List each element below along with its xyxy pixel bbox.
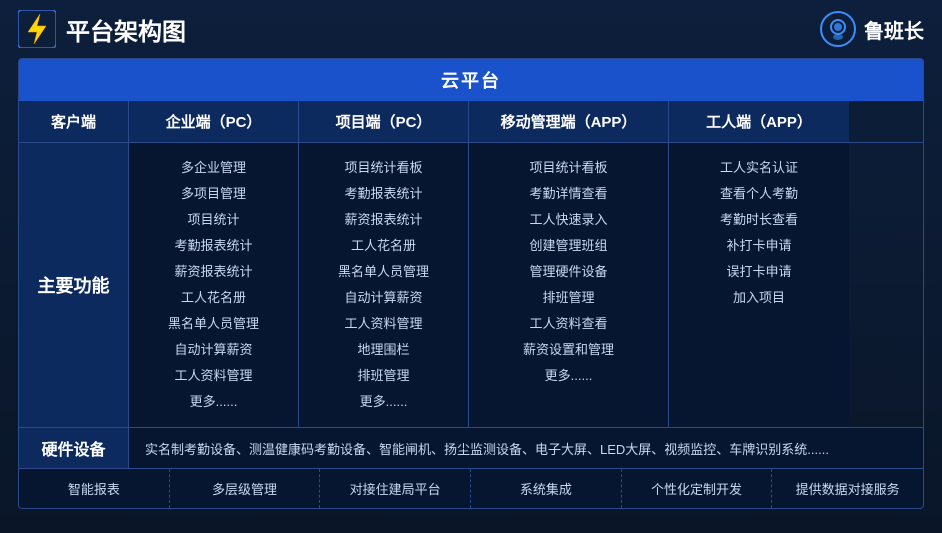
project-item-0: 项目统计看板 xyxy=(309,155,458,181)
col-header-worker: 工人端（APP） xyxy=(669,101,849,142)
col-header-enterprise: 企业端（PC） xyxy=(129,101,299,142)
enterprise-item-8: 工人资料管理 xyxy=(139,363,288,389)
feature-0: 智能报表 xyxy=(19,469,170,508)
mobile-item-4: 管理硬件设备 xyxy=(479,259,658,285)
mobile-item-2: 工人快速录入 xyxy=(479,207,658,233)
mobile-item-0: 项目统计看板 xyxy=(479,155,658,181)
enterprise-item-4: 薪资报表统计 xyxy=(139,259,288,285)
hardware-content: 实名制考勤设备、测温健康码考勤设备、智能闸机、扬尘监测设备、电子大屏、LED大屏… xyxy=(129,428,923,468)
feature-3: 系统集成 xyxy=(471,469,622,508)
feature-1: 多层级管理 xyxy=(170,469,321,508)
col-header-client: 客户端 xyxy=(19,101,129,142)
enterprise-content: 多企业管理 多项目管理 项目统计 考勤报表统计 薪资报表统计 工人花名册 黑名单… xyxy=(129,143,299,427)
project-item-2: 薪资报表统计 xyxy=(309,207,458,233)
mobile-item-7: 薪资设置和管理 xyxy=(479,337,658,363)
enterprise-item-0: 多企业管理 xyxy=(139,155,288,181)
feature-5: 提供数据对接服务 xyxy=(772,469,923,508)
enterprise-item-2: 项目统计 xyxy=(139,207,288,233)
project-item-3: 工人花名册 xyxy=(309,233,458,259)
feature-4: 个性化定制开发 xyxy=(622,469,773,508)
project-item-7: 地理围栏 xyxy=(309,337,458,363)
main-table: 云平台 客户端 企业端（PC） 项目端（PC） 移动管理端（APP） 工人端（A… xyxy=(18,58,924,509)
mobile-item-8: 更多...... xyxy=(479,363,658,389)
brand-icon xyxy=(820,11,856,47)
header-left: 平台架构图 xyxy=(18,10,186,48)
worker-item-5: 加入项目 xyxy=(679,285,839,311)
enterprise-item-5: 工人花名册 xyxy=(139,285,288,311)
brand-name: 鲁班长 xyxy=(864,15,924,44)
worker-item-0: 工人实名认证 xyxy=(679,155,839,181)
project-item-6: 工人资料管理 xyxy=(309,311,458,337)
enterprise-item-6: 黑名单人员管理 xyxy=(139,311,288,337)
mobile-item-5: 排班管理 xyxy=(479,285,658,311)
enterprise-item-3: 考勤报表统计 xyxy=(139,233,288,259)
enterprise-item-9: 更多...... xyxy=(139,389,288,415)
worker-item-1: 查看个人考勤 xyxy=(679,181,839,207)
worker-content: 工人实名认证 查看个人考勤 考勤时长查看 补打卡申请 误打卡申请 加入项目 xyxy=(669,143,849,427)
header: 平台架构图 鲁班长 xyxy=(18,10,924,48)
worker-item-4: 误打卡申请 xyxy=(679,259,839,285)
project-item-8: 排班管理 xyxy=(309,363,458,389)
column-headers: 客户端 企业端（PC） 项目端（PC） 移动管理端（APP） 工人端（APP） xyxy=(19,101,923,143)
project-item-9: 更多...... xyxy=(309,389,458,415)
hardware-row: 硬件设备 实名制考勤设备、测温健康码考勤设备、智能闸机、扬尘监测设备、电子大屏、… xyxy=(19,428,923,469)
page: 平台架构图 鲁班长 云平台 客户端 企业端（PC） 项目端（PC） 移动管理端（… xyxy=(0,0,942,533)
mobile-item-3: 创建管理班组 xyxy=(479,233,658,259)
row-label-main-function: 主要功能 xyxy=(19,143,129,427)
col-header-mobile: 移动管理端（APP） xyxy=(469,101,669,142)
brand-logo: 鲁班长 xyxy=(820,11,924,47)
features-row: 智能报表 多层级管理 对接住建局平台 系统集成 个性化定制开发 提供数据对接服务 xyxy=(19,469,923,508)
project-item-1: 考勤报表统计 xyxy=(309,181,458,207)
mobile-content: 项目统计看板 考勤详情查看 工人快速录入 创建管理班组 管理硬件设备 排班管理 … xyxy=(469,143,669,427)
cloud-platform-header: 云平台 xyxy=(19,59,923,101)
mobile-item-1: 考勤详情查看 xyxy=(479,181,658,207)
hardware-label: 硬件设备 xyxy=(19,428,129,468)
project-content: 项目统计看板 考勤报表统计 薪资报表统计 工人花名册 黑名单人员管理 自动计算薪… xyxy=(299,143,469,427)
main-functions-row: 主要功能 多企业管理 多项目管理 项目统计 考勤报表统计 薪资报表统计 工人花名… xyxy=(19,143,923,428)
enterprise-item-7: 自动计算薪资 xyxy=(139,337,288,363)
logo-icon xyxy=(18,10,56,48)
project-item-5: 自动计算薪资 xyxy=(309,285,458,311)
enterprise-item-1: 多项目管理 xyxy=(139,181,288,207)
page-title: 平台架构图 xyxy=(66,12,186,47)
mobile-item-6: 工人资料查看 xyxy=(479,311,658,337)
feature-2: 对接住建局平台 xyxy=(320,469,471,508)
col-header-project: 项目端（PC） xyxy=(299,101,469,142)
worker-item-2: 考勤时长查看 xyxy=(679,207,839,233)
worker-item-3: 补打卡申请 xyxy=(679,233,839,259)
project-item-4: 黑名单人员管理 xyxy=(309,259,458,285)
